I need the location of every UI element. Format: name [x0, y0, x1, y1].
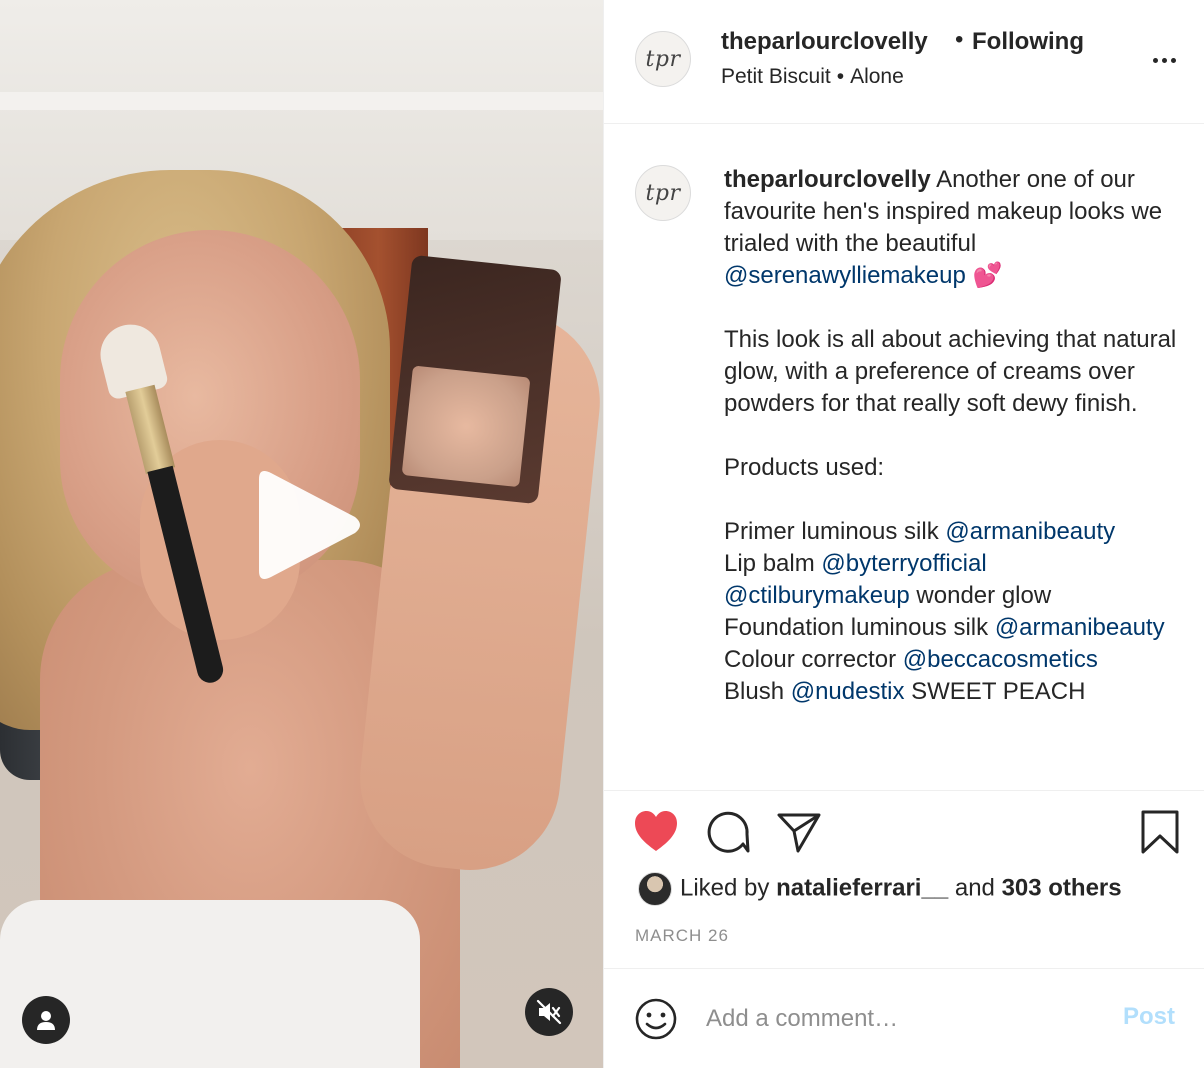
product-name: Colour corrector	[724, 646, 903, 673]
video-subject	[388, 254, 562, 505]
post-header: tpr theparlourclovelly • Following Petit…	[604, 0, 1204, 124]
product-name: Primer luminous silk	[724, 518, 946, 545]
audio-info: Petit Biscuit • Alone	[721, 65, 904, 89]
post-video[interactable]	[0, 0, 603, 1068]
mention-link[interactable]: @armanibeauty	[995, 614, 1165, 641]
product-line: Foundation luminous silk @armanibeauty	[724, 612, 1184, 644]
play-icon[interactable]	[245, 465, 365, 585]
caption-text: theparlourclovelly Another one of our fa…	[724, 164, 1184, 708]
comment-bar: Post	[604, 968, 1204, 1068]
product-line: @ctilburymakeup wonder glow	[724, 580, 1184, 612]
likes-prefix: Liked by	[680, 874, 777, 902]
product-suffix: wonder glow	[909, 582, 1052, 609]
caption-area[interactable]: tpr theparlourclovelly Another one of ou…	[604, 125, 1204, 790]
avatar-text: tpr	[645, 180, 681, 206]
sound-off-icon	[536, 999, 562, 1025]
heart-icon[interactable]	[632, 809, 680, 853]
product-suffix: SWEET PEACH	[904, 678, 1086, 705]
audio-artist[interactable]: Petit Biscuit	[721, 65, 831, 88]
tagged-users-button[interactable]	[22, 996, 70, 1044]
caption-avatar[interactable]: tpr	[635, 165, 691, 221]
dot-icon	[1161, 57, 1167, 63]
product-line: Colour corrector @beccacosmetics	[724, 644, 1184, 676]
comment-icon[interactable]	[704, 809, 750, 855]
mention-link[interactable]: @beccacosmetics	[903, 646, 1098, 673]
product-line: Blush @nudestix SWEET PEACH	[724, 676, 1184, 708]
more-options-button[interactable]	[1144, 46, 1184, 74]
mention-link[interactable]: @serenawylliemakeup	[724, 262, 966, 289]
post-date[interactable]: MARCH 26	[635, 926, 729, 946]
post-sidebar: tpr theparlourclovelly • Following Petit…	[603, 0, 1204, 1068]
follow-separator: •	[955, 26, 964, 53]
avatar-text: tpr	[645, 46, 681, 72]
mention-link[interactable]: @byterryofficial	[821, 550, 986, 577]
likes-others-link[interactable]: 303 others	[1002, 874, 1122, 901]
product-line: Primer luminous silk @armanibeauty	[724, 516, 1184, 548]
product-name: Foundation luminous silk	[724, 614, 995, 641]
liker-avatar[interactable]	[638, 872, 672, 906]
two-hearts-emoji: 💕	[965, 262, 1003, 289]
user-icon	[37, 1011, 55, 1030]
products-heading: Products used:	[724, 454, 885, 481]
product-name: Blush	[724, 678, 791, 705]
liker-username[interactable]: natalieferrari__	[776, 874, 948, 901]
paper-plane-icon[interactable]	[776, 811, 822, 853]
bookmark-icon[interactable]	[1140, 809, 1180, 855]
video-background	[0, 92, 603, 110]
post-comment-button[interactable]: Post	[1123, 1003, 1175, 1031]
mention-link[interactable]: @armanibeauty	[945, 518, 1115, 545]
caption-paragraph: This look is all about achieving that na…	[724, 326, 1177, 417]
audio-track[interactable]: Alone	[850, 65, 904, 88]
post-username[interactable]: theparlourclovelly	[721, 28, 928, 56]
following-button[interactable]: Following	[972, 28, 1084, 56]
dot-icon	[1152, 57, 1158, 63]
likes-middle: and	[948, 874, 1002, 902]
mention-link[interactable]: @nudestix	[791, 678, 905, 705]
caption-username[interactable]: theparlourclovelly	[724, 166, 931, 193]
smiley-icon[interactable]	[634, 997, 678, 1041]
profile-avatar[interactable]: tpr	[635, 31, 691, 87]
mute-button[interactable]	[525, 988, 573, 1036]
product-name: Lip balm	[724, 550, 822, 577]
products-list: Primer luminous silk @armanibeauty Lip ba…	[724, 516, 1184, 708]
mention-link[interactable]: @ctilburymakeup	[724, 582, 910, 609]
video-subject	[0, 900, 420, 1068]
audio-separator: •	[836, 65, 845, 88]
product-line: Lip balm @byterryofficial	[724, 548, 1184, 580]
dot-icon	[1170, 57, 1176, 63]
likes-summary: Liked by natalieferrari__ and 303 others	[638, 872, 1122, 906]
comment-input[interactable]	[706, 999, 1096, 1039]
